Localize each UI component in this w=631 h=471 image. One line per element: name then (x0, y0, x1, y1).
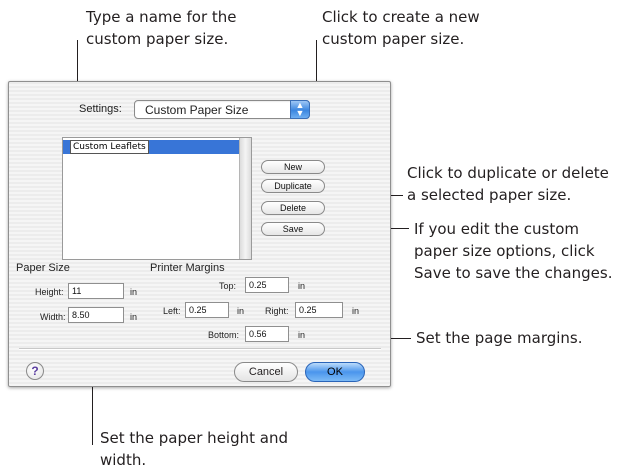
settings-label: Settings: (79, 103, 122, 115)
divider (19, 348, 381, 350)
help-icon[interactable]: ? (26, 362, 44, 380)
height-unit: in (130, 287, 138, 297)
list-item-name-field[interactable]: Custom Leaflets (70, 140, 149, 154)
bottom-margin-label: Bottom: (208, 330, 240, 340)
top-margin-label: Top: (219, 281, 237, 291)
callout-line: Save to save the changes. (414, 264, 613, 282)
callout-line: custom paper size. (322, 30, 465, 48)
new-button[interactable]: New (261, 160, 325, 174)
right-margin-field[interactable]: 0.25 (295, 302, 343, 318)
top-margin-unit: in (298, 281, 306, 291)
left-margin-unit: in (237, 306, 245, 316)
delete-button[interactable]: Delete (261, 201, 325, 215)
height-field[interactable]: 11 (68, 283, 124, 299)
callout-save: If you edit the custom paper size option… (414, 218, 612, 284)
callout-create-new: Click to create a new custom paper size. (322, 6, 480, 50)
left-margin-field[interactable]: 0.25 (185, 302, 229, 318)
callout-line: paper size options, click (414, 242, 595, 260)
callout-line: Set the paper height and (100, 429, 288, 447)
callout-line: width. (100, 451, 147, 469)
callout-line: a selected paper size. (407, 186, 572, 204)
ok-button[interactable]: OK (305, 362, 365, 382)
right-margin-unit: in (352, 306, 360, 316)
list-item[interactable]: Custom Leaflets (63, 140, 239, 154)
callout-line: custom paper size. (86, 30, 229, 48)
width-field[interactable]: 8.50 (68, 307, 124, 323)
settings-popup[interactable]: Custom Paper Size ▲ ▼ (134, 100, 310, 119)
bottom-margin-unit: in (298, 330, 306, 340)
height-label: Height: (35, 287, 64, 297)
callout-line: If you edit the custom (414, 220, 579, 238)
printer-margins-heading: Printer Margins (150, 262, 225, 274)
save-button[interactable]: Save (261, 222, 325, 236)
callout-name-paper-size: Type a name for the custom paper size. (86, 6, 237, 50)
cancel-button[interactable]: Cancel (234, 362, 298, 382)
list-scrollbar[interactable] (239, 138, 251, 259)
paper-size-list[interactable]: Custom Leaflets (62, 137, 252, 260)
callout-line: Click to duplicate or delete (407, 164, 609, 182)
bottom-margin-field[interactable]: 0.56 (245, 326, 289, 342)
right-margin-label: Right: (265, 306, 289, 316)
callout-height-width: Set the paper height and width. (100, 427, 288, 471)
callout-duplicate-delete: Click to duplicate or delete a selected … (407, 162, 609, 206)
callout-line: Set the page margins. (416, 329, 583, 347)
width-unit: in (130, 312, 138, 322)
callout-line: Click to create a new (322, 8, 480, 26)
callout-page-margins: Set the page margins. (416, 327, 583, 349)
left-margin-label: Left: (163, 306, 181, 316)
page-setup-dialog: Settings: Custom Paper Size ▲ ▼ Custom Le… (8, 81, 391, 387)
callout-line: Type a name for the (86, 8, 237, 26)
top-margin-field[interactable]: 0.25 (245, 277, 289, 293)
paper-size-heading: Paper Size (16, 262, 70, 274)
settings-popup-value: Custom Paper Size (145, 103, 249, 117)
popup-arrows-icon: ▲ ▼ (290, 100, 310, 119)
width-label: Width: (40, 312, 66, 322)
duplicate-button[interactable]: Duplicate (261, 179, 325, 193)
